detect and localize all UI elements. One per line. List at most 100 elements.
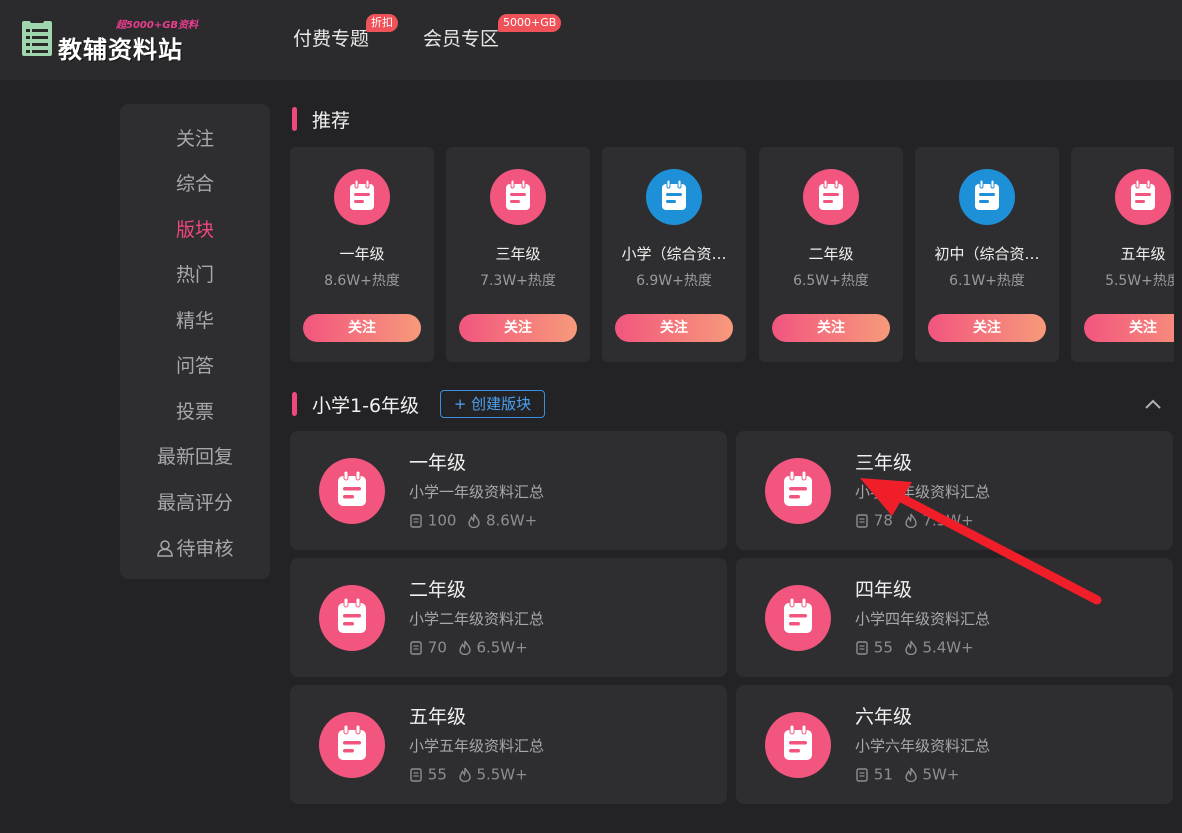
notebook-icon bbox=[319, 458, 385, 524]
board-heat: 5.5W+热度 bbox=[1105, 273, 1174, 289]
board-heat: 8.6W+热度 bbox=[324, 273, 400, 289]
follow-button[interactable]: 关注 bbox=[615, 314, 733, 342]
board-stats: 51 5W+ bbox=[855, 765, 959, 784]
recommend-card[interactable]: 五年级 5.5W+热度 关注 bbox=[1071, 147, 1174, 362]
board-description: 小学一年级资料汇总 bbox=[409, 483, 545, 501]
section-marker bbox=[292, 392, 297, 416]
create-board-button[interactable]: + 创建版块 bbox=[440, 390, 545, 418]
doc-count: 55 bbox=[873, 638, 893, 657]
sidebar-item-follow[interactable]: 关注 bbox=[120, 124, 270, 151]
recommend-card[interactable]: 二年级 6.5W+热度 关注 bbox=[759, 147, 903, 362]
board-description: 小学五年级资料汇总 bbox=[409, 737, 545, 755]
board-name: 五年级 bbox=[1120, 245, 1166, 263]
notebook-icon bbox=[959, 169, 1015, 225]
doc-count: 70 bbox=[427, 638, 447, 657]
notebook-icon bbox=[490, 169, 546, 225]
notebook-icon bbox=[803, 169, 859, 225]
sidebar-item-vote[interactable]: 投票 bbox=[120, 397, 270, 424]
board-description: 小学六年级资料汇总 bbox=[855, 737, 991, 755]
document-icon bbox=[410, 767, 422, 782]
notebook-icon bbox=[334, 169, 390, 225]
fire-icon bbox=[904, 640, 917, 656]
sidebar-item-general[interactable]: 综合 bbox=[120, 169, 270, 196]
sidebar-item-qa[interactable]: 问答 bbox=[120, 351, 270, 378]
board-description: 小学二年级资料汇总 bbox=[409, 610, 545, 628]
recommend-card[interactable]: 三年级 7.3W+热度 关注 bbox=[446, 147, 590, 362]
user-icon bbox=[157, 540, 174, 557]
document-icon bbox=[856, 767, 868, 782]
logo-text: 教辅资料站 bbox=[58, 36, 183, 64]
sidebar-item-top-rated[interactable]: 最高评分 bbox=[120, 488, 270, 515]
follow-button[interactable]: 关注 bbox=[928, 314, 1046, 342]
notebook-icon bbox=[765, 458, 831, 524]
top-header: 超5000+GB资料 教辅资料站 付费专题 折扣 会员专区 5000+GB bbox=[0, 0, 1182, 80]
board-name: 一年级 bbox=[339, 245, 385, 263]
clipboard-icon bbox=[20, 17, 54, 58]
heat-value: 5.4W+ bbox=[922, 638, 974, 657]
doc-count: 51 bbox=[873, 765, 893, 784]
nav-member-zone[interactable]: 会员专区 bbox=[423, 24, 499, 51]
board-name: 二年级 bbox=[808, 245, 854, 263]
notebook-icon bbox=[1115, 169, 1171, 225]
sidebar-item-hot[interactable]: 热门 bbox=[120, 260, 270, 287]
board-card[interactable]: 五年级 小学五年级资料汇总 55 5.5W+ bbox=[290, 685, 727, 804]
board-title: 六年级 bbox=[855, 706, 913, 728]
board-heat: 7.3W+热度 bbox=[480, 273, 556, 289]
chevron-up-icon[interactable] bbox=[1143, 397, 1163, 411]
board-title: 二年级 bbox=[409, 579, 467, 601]
board-stats: 55 5.4W+ bbox=[855, 638, 974, 657]
sidebar-item-pending[interactable]: 待审核 bbox=[120, 534, 270, 561]
fire-icon bbox=[904, 767, 917, 783]
recommend-carousel: 一年级 8.6W+热度 关注 三年级 7.3W+热度 关注 小学（综合资… 6.… bbox=[290, 147, 1174, 362]
sidebar-item-boards[interactable]: 版块 bbox=[120, 215, 270, 242]
notebook-icon bbox=[646, 169, 702, 225]
board-heat: 6.1W+热度 bbox=[949, 273, 1025, 289]
fire-icon bbox=[468, 513, 480, 529]
notebook-icon bbox=[765, 585, 831, 651]
notebook-icon bbox=[765, 712, 831, 778]
notebook-icon bbox=[319, 585, 385, 651]
follow-button[interactable]: 关注 bbox=[772, 314, 890, 342]
site-logo[interactable]: 超5000+GB资料 教辅资料站 bbox=[20, 14, 220, 64]
sidebar-item-latest-reply[interactable]: 最新回复 bbox=[120, 442, 270, 469]
heat-value: 6.5W+ bbox=[476, 638, 528, 657]
board-stats: 70 6.5W+ bbox=[409, 638, 528, 657]
sidebar-item-featured[interactable]: 精华 bbox=[120, 306, 270, 333]
board-heat: 6.5W+热度 bbox=[793, 273, 869, 289]
board-card[interactable]: 二年级 小学二年级资料汇总 70 6.5W+ bbox=[290, 558, 727, 677]
sidebar: 关注 综合 版块 热门 精华 问答 投票 最新回复 最高评分 待审核 bbox=[120, 104, 270, 579]
heat-value: 5W+ bbox=[922, 765, 960, 784]
section-marker bbox=[292, 107, 297, 131]
annotation-arrow bbox=[860, 478, 1102, 605]
storage-badge: 5000+GB bbox=[498, 14, 562, 32]
document-icon bbox=[410, 513, 422, 528]
heat-value: 5.5W+ bbox=[476, 765, 528, 784]
recommend-card[interactable]: 初中（综合资… 6.1W+热度 关注 bbox=[915, 147, 1059, 362]
document-icon bbox=[856, 640, 868, 655]
board-description: 小学四年级资料汇总 bbox=[855, 610, 991, 628]
follow-button[interactable]: 关注 bbox=[1084, 314, 1174, 342]
recommend-title: 推荐 bbox=[312, 110, 351, 132]
follow-button[interactable]: 关注 bbox=[303, 314, 421, 342]
board-name: 三年级 bbox=[495, 245, 541, 263]
doc-count: 55 bbox=[427, 765, 447, 784]
board-name: 小学（综合资… bbox=[621, 245, 727, 263]
board-card[interactable]: 一年级 小学一年级资料汇总 100 8.6W+ bbox=[290, 431, 727, 550]
board-heat: 6.9W+热度 bbox=[636, 273, 712, 289]
notebook-icon bbox=[319, 712, 385, 778]
nav-paid-topics[interactable]: 付费专题 bbox=[293, 24, 369, 51]
board-stats: 55 5.5W+ bbox=[409, 765, 528, 784]
fire-icon bbox=[458, 640, 471, 656]
heat-value: 8.6W+ bbox=[485, 511, 538, 530]
board-name: 初中（综合资… bbox=[934, 245, 1040, 263]
sidebar-item-label: 待审核 bbox=[176, 538, 234, 560]
follow-button[interactable]: 关注 bbox=[459, 314, 577, 342]
board-card[interactable]: 六年级 小学六年级资料汇总 51 5W+ bbox=[736, 685, 1173, 804]
board-stats: 100 8.6W+ bbox=[409, 511, 537, 530]
logo-tagline: 超5000+GB资料 bbox=[116, 20, 199, 31]
fire-icon bbox=[458, 767, 471, 783]
recommend-card[interactable]: 一年级 8.6W+热度 关注 bbox=[290, 147, 434, 362]
recommend-card[interactable]: 小学（综合资… 6.9W+热度 关注 bbox=[602, 147, 746, 362]
discount-badge: 折扣 bbox=[366, 14, 398, 32]
board-title: 一年级 bbox=[409, 452, 467, 474]
